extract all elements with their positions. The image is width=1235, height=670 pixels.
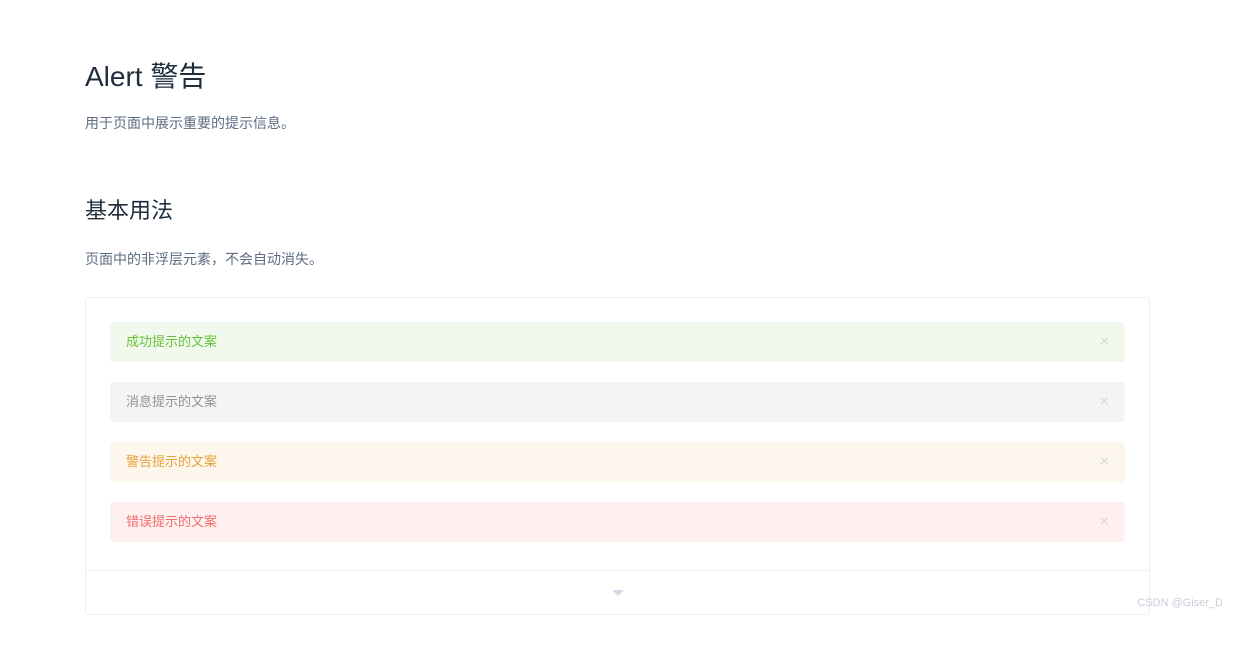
close-icon[interactable]: ×: [1100, 514, 1109, 530]
alert-info-text: 消息提示的文案: [126, 390, 217, 414]
demo-block: 成功提示的文案 × 消息提示的文案 × 警告提示的文案 × 错误提示的文案 ×: [85, 297, 1150, 615]
section-description: 页面中的非浮层元素，不会自动消失。: [85, 249, 1150, 269]
alert-warning: 警告提示的文案 ×: [110, 442, 1125, 482]
alert-info: 消息提示的文案 ×: [110, 382, 1125, 422]
section-title: 基本用法: [85, 193, 1150, 225]
watermark: CSDN @Giser_D: [1137, 597, 1223, 609]
alert-error: 错误提示的文案 ×: [110, 502, 1125, 542]
alert-success-text: 成功提示的文案: [126, 330, 217, 354]
alert-success: 成功提示的文案 ×: [110, 322, 1125, 362]
close-icon[interactable]: ×: [1100, 454, 1109, 470]
alert-warning-text: 警告提示的文案: [126, 450, 217, 474]
page-container: Alert 警告 用于页面中展示重要的提示信息。 基本用法 页面中的非浮层元素，…: [0, 0, 1235, 615]
page-title: Alert 警告: [85, 55, 1150, 95]
expand-button[interactable]: [86, 570, 1149, 614]
close-icon[interactable]: ×: [1100, 334, 1109, 350]
close-icon[interactable]: ×: [1100, 394, 1109, 410]
chevron-down-icon: [612, 590, 624, 596]
page-description: 用于页面中展示重要的提示信息。: [85, 113, 1150, 133]
alert-error-text: 错误提示的文案: [126, 510, 217, 534]
